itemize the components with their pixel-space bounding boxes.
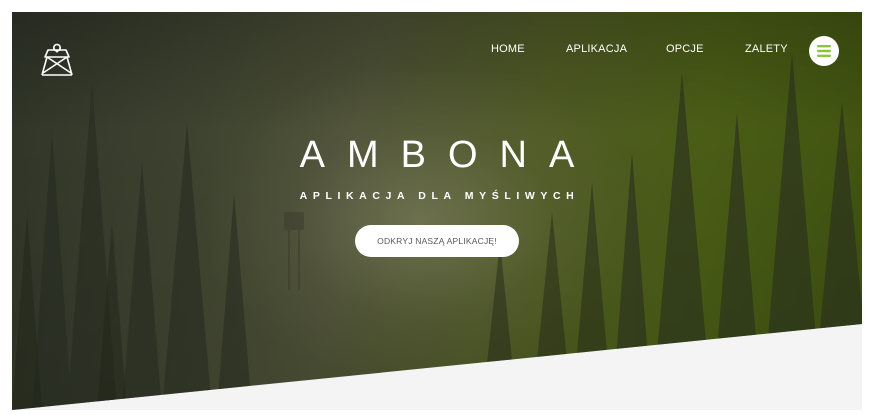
hamburger-menu-icon	[817, 45, 831, 57]
nav-item-opcje[interactable]: OPCJE	[666, 43, 704, 55]
forest-silhouette-image	[12, 52, 862, 410]
page-frame: HOME APLIKACJA OPCJE ZALETY AMBONA APLIK…	[12, 12, 862, 410]
hero-section	[12, 12, 862, 410]
hero-subtitle: APLIKACJA DLA MYŚLIWYCH	[299, 190, 580, 202]
menu-button[interactable]	[809, 36, 839, 66]
discover-app-button[interactable]: ODKRYJ NASZĄ APLIKACJĘ!	[355, 225, 519, 257]
nav-item-zalety[interactable]: ZALETY	[745, 43, 788, 55]
hero-title: AMBONA	[299, 134, 597, 176]
nav-item-aplikacja[interactable]: APLIKACJA	[566, 43, 627, 55]
top-navigation: HOME APLIKACJA OPCJE ZALETY	[12, 43, 862, 63]
nav-item-home[interactable]: HOME	[491, 43, 525, 55]
